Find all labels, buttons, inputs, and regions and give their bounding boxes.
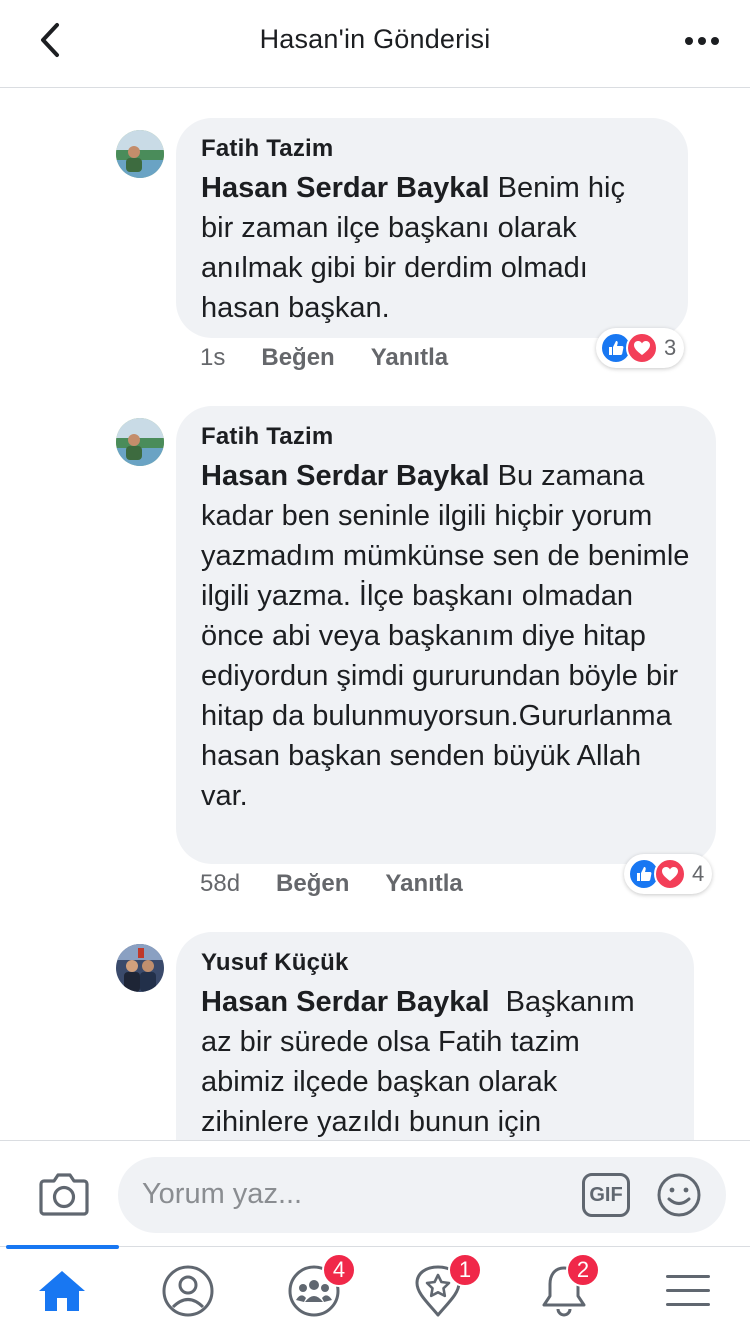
tab-profile[interactable] <box>128 1247 248 1334</box>
comment-bubble[interactable]: Fatih Tazim Hasan Serdar Baykal Bu zaman… <box>176 406 716 864</box>
comment-text: Hasan Serdar Baykal Benim hiç bir zaman … <box>201 172 625 324</box>
comments-list: Fatih Tazim Hasan Serdar Baykal Benim hi… <box>0 88 750 1140</box>
groups-badge: 4 <box>322 1253 356 1287</box>
like-button[interactable]: Beğen <box>261 344 334 372</box>
mention-link[interactable]: Hasan Serdar Baykal <box>201 986 490 1018</box>
emoji-button[interactable] <box>656 1172 702 1218</box>
reaction-count: 3 <box>664 335 677 360</box>
comment-meta: 58d Beğen Yanıtla <box>200 870 463 898</box>
avatar[interactable] <box>116 418 164 466</box>
reactions-summary[interactable]: 3 <box>596 328 685 368</box>
avatar-image <box>116 418 164 466</box>
like-button[interactable]: Beğen <box>276 870 349 898</box>
comment-input[interactable]: Yorum yaz... GIF <box>118 1157 726 1233</box>
smiley-icon <box>657 1173 701 1217</box>
reactions-summary[interactable]: 4 <box>624 854 713 894</box>
more-dots-icon <box>685 37 719 45</box>
comment-meta: 1s Beğen Yanıtla <box>200 344 448 372</box>
tab-menu[interactable] <box>628 1247 748 1334</box>
notifications-badge: 2 <box>566 1253 600 1287</box>
mention-link[interactable]: Hasan Serdar Baykal <box>201 172 490 204</box>
tab-groups[interactable]: 4 <box>254 1247 374 1334</box>
more-options-button[interactable] <box>682 26 722 56</box>
tab-favorites[interactable]: 1 <box>378 1247 498 1334</box>
love-reaction-icon <box>654 858 686 890</box>
page-title: Hasan'in Gönderisi <box>259 24 491 54</box>
comment-composer: Yorum yaz... GIF <box>0 1140 750 1246</box>
reply-button[interactable]: Yanıtla <box>385 870 462 898</box>
profile-icon <box>162 1265 214 1317</box>
comment-bubble[interactable]: Fatih Tazim Hasan Serdar Baykal Benim hi… <box>176 118 688 338</box>
comment-time: 58d <box>200 870 241 897</box>
comment-bubble[interactable]: Yusuf Küçük Hasan Serdar Baykal Başkanım… <box>176 932 694 1140</box>
reaction-count: 4 <box>692 861 705 886</box>
comment-text: Hasan Serdar Baykal Bu zamana kadar ben … <box>201 460 690 812</box>
bottom-nav: 4 1 2 <box>0 1245 750 1334</box>
comment-author[interactable]: Fatih Tazim <box>201 422 690 452</box>
love-reaction-icon <box>626 332 658 364</box>
avatar[interactable] <box>116 130 164 178</box>
avatar[interactable] <box>116 944 164 992</box>
gif-button[interactable]: GIF <box>582 1173 630 1217</box>
home-icon <box>39 1271 85 1311</box>
comment-text: Hasan Serdar Baykal Başkanım az bir süre… <box>201 986 643 1138</box>
mention-link[interactable]: Hasan Serdar Baykal <box>201 460 490 492</box>
camera-button[interactable] <box>38 1171 90 1217</box>
camera-icon <box>39 1173 89 1216</box>
top-bar: Hasan'in Gönderisi <box>0 0 750 88</box>
menu-icon <box>666 1275 710 1306</box>
tab-notifications[interactable]: 2 <box>504 1247 624 1334</box>
comment-input-placeholder: Yorum yaz... <box>142 1178 303 1210</box>
avatar-image <box>116 944 164 992</box>
reply-button[interactable]: Yanıtla <box>371 344 448 372</box>
comment-time: 1s <box>200 344 226 371</box>
favorites-badge: 1 <box>448 1253 482 1287</box>
tab-home[interactable] <box>2 1247 122 1334</box>
comment-author[interactable]: Yusuf Küçük <box>201 948 668 978</box>
comment-author[interactable]: Fatih Tazim <box>201 134 662 164</box>
avatar-image <box>116 130 164 178</box>
